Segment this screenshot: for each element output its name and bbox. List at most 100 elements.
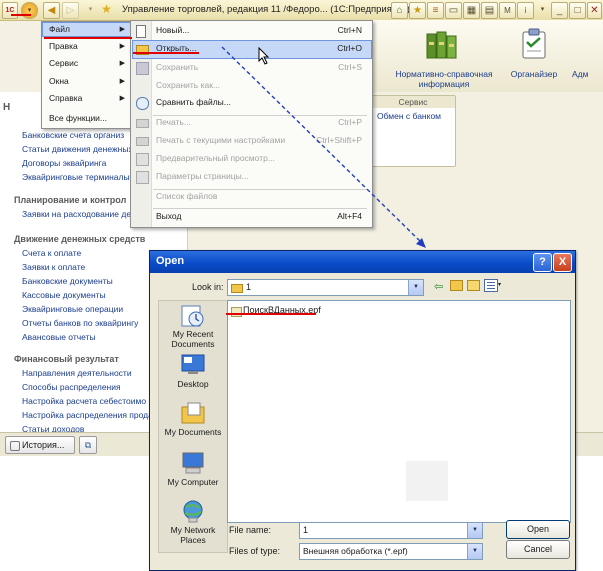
memory-icon[interactable]: M (499, 2, 516, 19)
info-icon[interactable]: i (517, 2, 534, 19)
menu-item-print-preview[interactable]: Предварительный просмотр... (131, 149, 372, 168)
menu-item-all-functions[interactable]: Все функции... (42, 109, 131, 128)
help-button[interactable]: ? (533, 253, 552, 272)
nav-item[interactable]: Настройка распределения прода (22, 410, 153, 420)
menu-shortcut: Alt+F4 (337, 211, 362, 221)
organizer-icon (522, 28, 546, 59)
place-network-places[interactable]: My Network Places (159, 497, 227, 549)
nav-item[interactable]: Кассовые документы (22, 290, 106, 300)
file-list: ПоискВДанных.epf (227, 300, 571, 523)
annotation-underline (133, 52, 199, 54)
windows-icon[interactable]: ⧉ (79, 436, 97, 454)
menu-shortcut: Ctrl+S (338, 62, 362, 72)
dropdown-icon[interactable]: ▾ (83, 2, 98, 17)
epf-file-icon (231, 307, 242, 317)
menu-item-save[interactable]: Сохранить Ctrl+S (131, 58, 372, 77)
nav-item[interactable]: Настройка расчета себестоимо (22, 396, 146, 406)
nav-item[interactable]: Статьи доходов (22, 424, 84, 432)
menu-item-page-setup[interactable]: Параметры страницы... (131, 167, 372, 186)
mouse-cursor-icon (258, 47, 270, 65)
places-bar: My Recent Documents Desktop My Documents… (158, 300, 228, 553)
file-type-select[interactable]: Внешняя обработка (*.epf) ▼ (299, 543, 483, 560)
menu-item-help[interactable]: Справка ▶ (42, 89, 131, 108)
nav-item[interactable]: Эквайринговые операции (22, 304, 123, 314)
nav-item[interactable]: Отчеты банков по эквайрингу (22, 318, 138, 328)
menu-item-file-list[interactable]: Список файлов (131, 187, 372, 206)
document-icon[interactable]: ▭ (445, 2, 462, 19)
my-documents-icon (181, 402, 205, 424)
menu-item-print[interactable]: Печать... Ctrl+P (131, 113, 372, 132)
app-logo[interactable]: 1С (2, 2, 18, 19)
favorites-icon[interactable]: ★ (409, 2, 426, 19)
nav-group-title: Финансовый результат (14, 354, 119, 364)
menu-item-label: Новый... (156, 25, 190, 35)
menu-item-label: Предварительный просмотр... (156, 153, 275, 163)
menu-item-label: Сравнить файлы... (156, 97, 231, 107)
forward-arrow-icon[interactable]: ▷ (62, 2, 79, 19)
view-menu-icon[interactable] (484, 279, 498, 292)
star-icon[interactable]: ★ (99, 2, 114, 17)
print-icon (136, 119, 149, 128)
nav-item[interactable]: Заявки к оплате (22, 262, 85, 272)
file-name-input[interactable]: 1 ▼ (299, 522, 483, 539)
cancel-button[interactable]: Cancel (506, 540, 570, 559)
menu-item-new[interactable]: Новый... Ctrl+N (131, 21, 372, 40)
reference-books-icon (426, 31, 457, 59)
service-item-bank-exchange[interactable]: Обмен с банком (377, 111, 441, 121)
home-icon[interactable]: ⌂ (391, 2, 408, 19)
chevron-down-icon[interactable]: ▼ (467, 544, 482, 559)
view-dropdown-icon[interactable]: ▾ (498, 281, 501, 288)
nav-item[interactable]: Счета к оплате (22, 248, 81, 258)
close-icon[interactable]: ✕ (587, 2, 602, 19)
section-admin[interactable]: Адм (572, 69, 602, 79)
chevron-down-icon[interactable]: ▾ (535, 2, 550, 17)
menu-item-label: Список файлов (156, 191, 218, 201)
back-arrow-icon[interactable]: ◀ (43, 2, 60, 19)
nav-item[interactable]: Договоры эквайринга (22, 158, 106, 168)
place-desktop[interactable]: Desktop (159, 351, 227, 391)
menu-item-exit[interactable]: Выход Alt+F4 (131, 207, 372, 226)
history-icon[interactable]: ≡ (427, 2, 444, 19)
nav-item[interactable]: Банковские документы (22, 276, 113, 286)
open-dialog: Open ? X Look in: 1 ▼ ⇦ ▾ My Recent Docu… (149, 250, 576, 571)
calculator-icon[interactable]: ▤ (481, 2, 498, 19)
dialog-close-button[interactable]: X (553, 253, 572, 272)
save-icon (136, 62, 149, 75)
nav-item[interactable]: Банковские счета организ (22, 130, 124, 140)
nav-item[interactable]: Заявки на расходование ден (22, 209, 136, 219)
minimize-icon[interactable]: _ (551, 2, 568, 19)
nav-item[interactable]: Эквайринговые терминалы (22, 172, 130, 182)
service-panel: Сервис Обмен с банком (370, 95, 456, 167)
menu-item-print-current-settings[interactable]: Печать с текущими настройками Ctrl+Shift… (131, 131, 372, 150)
nav-item[interactable]: Статьи движения денежных (22, 144, 133, 154)
nav-item[interactable]: Авансовые отчеты (22, 332, 96, 342)
menu-item-open[interactable]: Открыть... Ctrl+O (131, 39, 372, 58)
place-my-documents[interactable]: My Documents (159, 399, 227, 441)
section-organizer[interactable]: Органайзер (500, 69, 568, 79)
chevron-down-icon[interactable]: ▼ (408, 280, 423, 295)
history-icon (10, 441, 20, 451)
new-folder-icon[interactable] (467, 280, 480, 291)
menu-item-service[interactable]: Сервис ▶ (42, 54, 131, 73)
nav-item[interactable]: Направления деятельности (22, 368, 132, 378)
place-my-computer[interactable]: My Computer (159, 449, 227, 491)
nav-initial: Н (3, 102, 11, 113)
menu-item-label: Сервис (49, 58, 79, 68)
history-button[interactable]: История... (5, 436, 75, 454)
section-reference-info[interactable]: Нормативно-справочная информация (390, 69, 498, 89)
chevron-down-icon[interactable]: ▼ (467, 523, 482, 538)
place-recent-documents[interactable]: My Recent Documents (159, 301, 227, 349)
nav-item[interactable]: Способы распределения (22, 382, 121, 392)
open-button[interactable]: Open (506, 520, 570, 539)
calendar-icon[interactable]: ▦ (463, 2, 480, 19)
service-title: Сервис (371, 96, 455, 108)
menu-item-compare-files[interactable]: Сравнить файлы... (131, 93, 372, 112)
menu-shortcut: Ctrl+N (337, 25, 362, 35)
file-name-label: File name: (229, 525, 272, 535)
look-in-select[interactable]: 1 ▼ (227, 279, 424, 296)
menu-circle-icon[interactable]: ▾ (21, 2, 38, 19)
up-folder-icon[interactable] (450, 280, 463, 291)
maximize-icon[interactable]: □ (569, 2, 586, 19)
back-icon[interactable]: ⇦ (434, 280, 443, 293)
place-label: My Documents (164, 427, 222, 437)
